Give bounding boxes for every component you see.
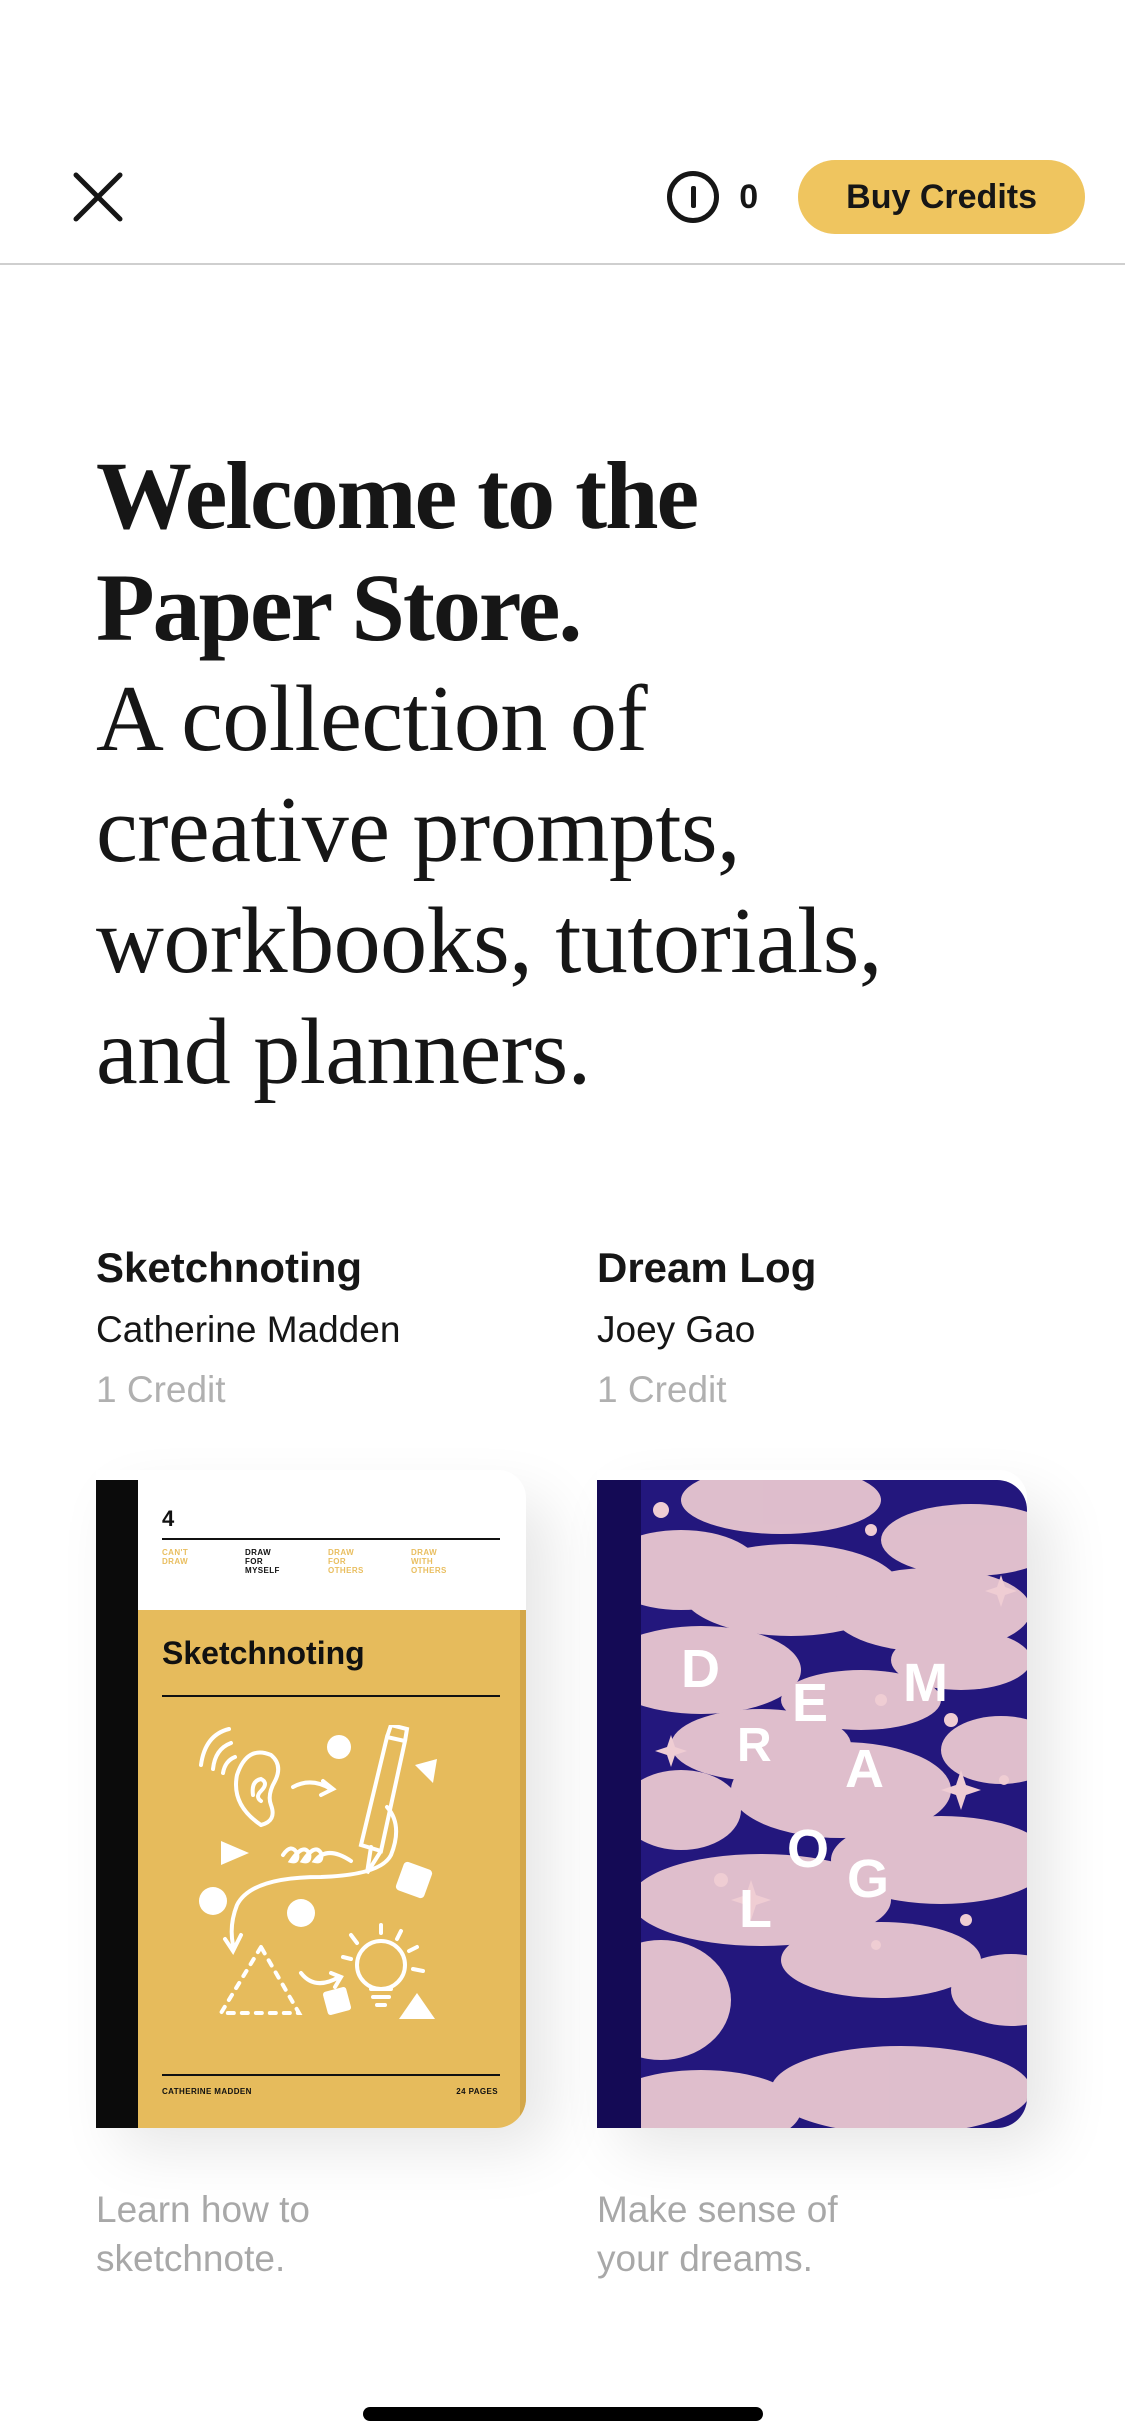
sketchnote-illustration <box>199 1725 437 2019</box>
credits-area: 0 Buy Credits <box>667 160 1085 234</box>
cover-page-count: 24 PAGES <box>456 2087 498 2096</box>
product-title: Dream Log <box>597 1244 817 1291</box>
description-line: sketchnote. <box>96 2238 286 2279</box>
dashed-triangle <box>217 1943 303 2015</box>
hero-subtitle-line: workbooks, tutorials, <box>96 889 882 993</box>
clouds-illustration <box>641 1480 1027 2128</box>
product-cover-sketchnoting[interactable]: 4 CAN'T DRAW DRAW FOR MYSELF DRAW FOR OT… <box>96 1480 526 2128</box>
cover-letter: D <box>681 1639 720 1699</box>
buy-credits-button[interactable]: Buy Credits <box>798 160 1085 234</box>
cover-letter: G <box>847 1849 890 1909</box>
hero-title: Welcome to the Paper Store. <box>96 440 1056 664</box>
hero-title-line: Paper Store. <box>96 554 582 661</box>
pencil-icon <box>358 1725 410 1875</box>
description-line: Make sense of <box>597 2189 838 2230</box>
product-description: Make sense of your dreams. <box>597 2185 838 2283</box>
product-author: Joey Gao <box>597 1309 756 1350</box>
close-button[interactable] <box>68 167 128 227</box>
flow-line <box>223 1805 399 1955</box>
squiggle-icon <box>281 1846 353 1864</box>
product-author: Catherine Madden <box>96 1309 401 1350</box>
product-card-dream-log[interactable]: Dream Log Joey Gao 1 Credit D R E A M L … <box>597 1240 1037 2279</box>
close-icon <box>73 172 123 222</box>
cover-edge <box>520 1610 526 2128</box>
product-description: Learn how to sketchnote. <box>96 2185 310 2283</box>
description-line: Learn how to <box>96 2189 310 2230</box>
cover-spine <box>96 1480 138 2128</box>
cover-letter: O <box>787 1819 830 1879</box>
cover-category: CAN'T DRAW <box>162 1548 189 1566</box>
hero-subtitle-line: and planners. <box>96 1000 591 1104</box>
cover-category: DRAW FOR OTHERS <box>328 1548 364 1575</box>
lightbulb-icon <box>355 1939 407 1991</box>
divider <box>162 2074 500 2076</box>
cover-category: DRAW WITH OTHERS <box>411 1548 447 1575</box>
top-bar: 0 Buy Credits <box>0 0 1125 265</box>
sound-waves-icon <box>199 1727 237 1775</box>
hero-section: Welcome to the Paper Store. A collection… <box>96 440 1056 1108</box>
description-line: your dreams. <box>597 2238 813 2279</box>
product-cover-dream-log[interactable]: D R E A M L O G <box>597 1480 1027 2128</box>
cover-letter: L <box>739 1879 772 1939</box>
hero-subtitle-line: creative prompts, <box>96 778 741 882</box>
product-title: Sketchnoting <box>96 1244 363 1291</box>
cover-letter: R <box>737 1719 772 1772</box>
square-shape <box>395 1861 433 1899</box>
cover-spine <box>597 1480 641 2128</box>
hero-title-line: Welcome to the <box>96 442 699 549</box>
cover-letter: E <box>792 1673 829 1733</box>
triangle-shape <box>221 1841 249 1865</box>
circle-shape <box>199 1887 227 1915</box>
product-card-sketchnoting[interactable]: Sketchnoting Catherine Madden 1 Credit 4… <box>96 1240 536 2279</box>
triangle-shape <box>415 1759 437 1783</box>
cover-title: Sketchnoting <box>162 1635 365 1671</box>
cover-number: 4 <box>162 1506 175 1531</box>
cover-letter: A <box>845 1739 884 1799</box>
hero-subtitle-line: A collection of <box>96 667 648 771</box>
circle-shape <box>287 1899 315 1927</box>
home-indicator[interactable] <box>363 2407 763 2421</box>
cover-category-active: DRAW FOR MYSELF <box>245 1548 280 1575</box>
credit-balance: 0 <box>739 177 759 216</box>
circle-shape <box>327 1735 351 1759</box>
divider <box>162 1695 500 1697</box>
arrow-icon <box>299 1971 344 1989</box>
cover-header <box>138 1480 526 1610</box>
square-shape <box>322 1986 352 2016</box>
hero-subtitle: A collection of creative prompts, workbo… <box>96 664 1056 1108</box>
cover-author: CATHERINE MADDEN <box>162 2087 252 2096</box>
triangle-shape <box>399 1993 435 2019</box>
product-price: 1 Credit <box>597 1369 727 1410</box>
product-price: 1 Credit <box>96 1369 226 1410</box>
coin-icon <box>667 171 720 223</box>
arrow-icon <box>291 1779 337 1797</box>
ear-icon <box>234 1750 281 1827</box>
divider <box>162 1538 500 1540</box>
cover-letter: M <box>903 1653 948 1713</box>
